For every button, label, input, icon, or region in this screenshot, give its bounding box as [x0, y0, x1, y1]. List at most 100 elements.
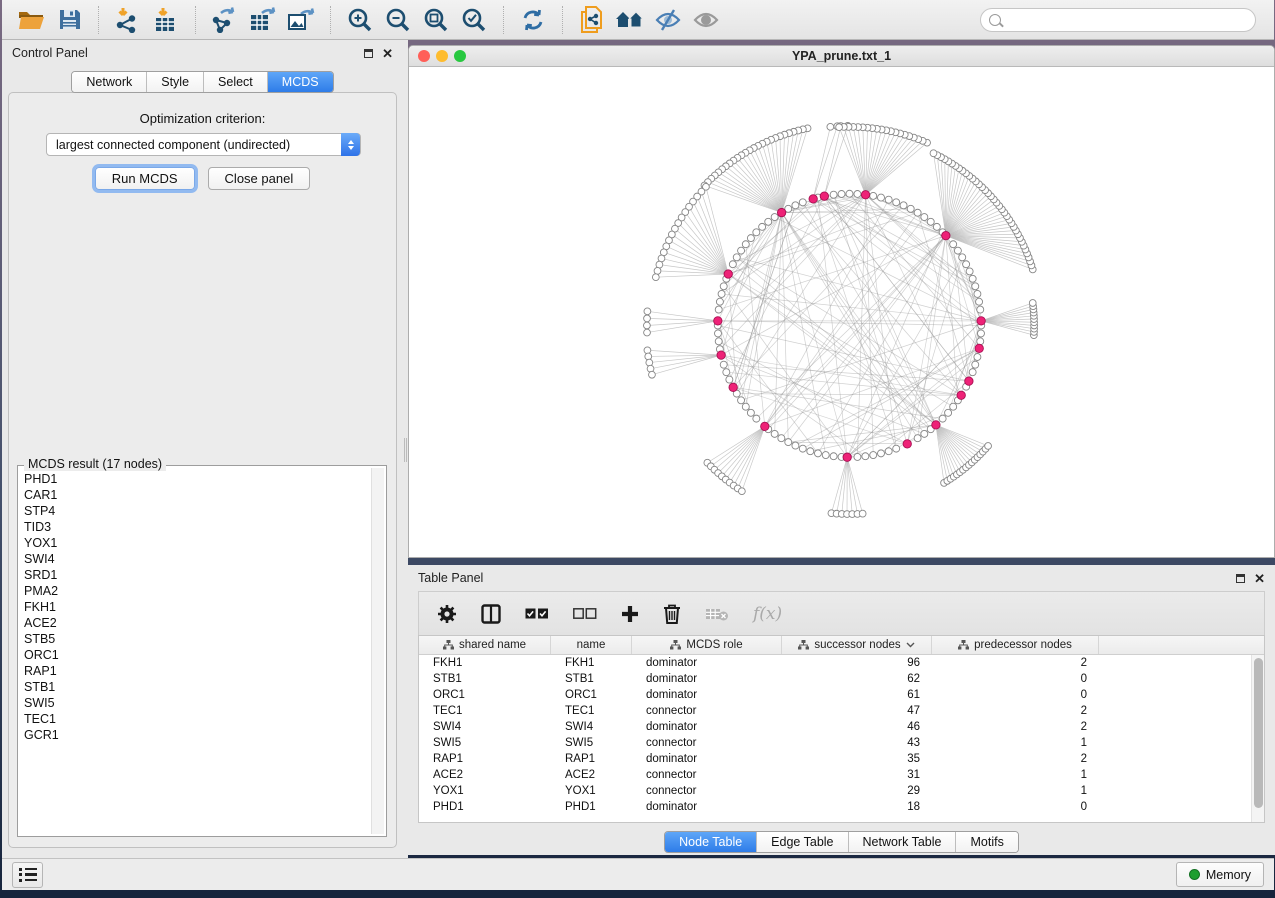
table-row[interactable]: STB1STB1dominator620: [419, 671, 1251, 687]
table-cell[interactable]: FKH1: [551, 657, 632, 669]
mcds-result-item[interactable]: SRD1: [24, 567, 367, 583]
network-from-document-icon[interactable]: [573, 5, 611, 35]
table-row[interactable]: PHD1PHD1dominator180: [419, 799, 1251, 815]
table-cell[interactable]: connector: [632, 769, 782, 781]
table-scrollbar-thumb[interactable]: [1254, 658, 1263, 808]
table-cell[interactable]: dominator: [632, 689, 782, 701]
table-cell[interactable]: 1: [932, 785, 1099, 797]
mcds-result-item[interactable]: GCR1: [24, 727, 367, 743]
add-column-icon[interactable]: [621, 605, 639, 623]
table-cell[interactable]: dominator: [632, 753, 782, 765]
table-cell[interactable]: 35: [782, 753, 932, 765]
table-cell[interactable]: 2: [932, 753, 1099, 765]
mcds-result-item[interactable]: YOX1: [24, 535, 367, 551]
table-cell[interactable]: connector: [632, 705, 782, 717]
table-cell[interactable]: TEC1: [419, 705, 551, 717]
tab-select[interactable]: Select: [203, 72, 267, 92]
open-file-icon[interactable]: [12, 5, 50, 35]
mcds-result-list[interactable]: PHD1CAR1STP4TID3YOX1SWI4SRD1PMA2FKH1ACE2…: [20, 468, 371, 834]
mcds-result-item[interactable]: RAP1: [24, 663, 367, 679]
optimization-criterion-select[interactable]: largest connected component (undirected): [46, 133, 361, 156]
table-cell[interactable]: 2: [932, 657, 1099, 669]
table-cell[interactable]: 2: [932, 721, 1099, 733]
close-panel-icon[interactable]: ✕: [1254, 574, 1265, 583]
table-cell[interactable]: SWI4: [419, 721, 551, 733]
table-cell[interactable]: 18: [782, 801, 932, 813]
column-header-name[interactable]: name: [551, 636, 632, 654]
export-image-icon[interactable]: [282, 5, 320, 35]
table-cell[interactable]: 61: [782, 689, 932, 701]
table-cell[interactable]: 0: [932, 801, 1099, 813]
close-panel-icon[interactable]: ✕: [382, 49, 393, 58]
save-session-icon[interactable]: [50, 5, 88, 35]
mcds-result-item[interactable]: TID3: [24, 519, 367, 535]
mcds-result-item[interactable]: STP4: [24, 503, 367, 519]
table-cell[interactable]: RAP1: [419, 753, 551, 765]
table-cell[interactable]: 47: [782, 705, 932, 717]
export-network-icon[interactable]: [206, 5, 244, 35]
table-cell[interactable]: ORC1: [551, 689, 632, 701]
table-cell[interactable]: dominator: [632, 721, 782, 733]
column-header-mcds-role[interactable]: MCDS role: [632, 636, 782, 654]
table-cell[interactable]: dominator: [632, 801, 782, 813]
tab-network-table[interactable]: Network Table: [848, 832, 956, 852]
table-cell[interactable]: ACE2: [419, 769, 551, 781]
table-header[interactable]: shared name name MCDS role successor nod…: [419, 636, 1264, 655]
hide-graphics-details-icon[interactable]: [649, 5, 687, 35]
mcds-result-item[interactable]: ORC1: [24, 647, 367, 663]
deselect-all-columns-icon[interactable]: [573, 608, 597, 620]
zoom-fit-icon[interactable]: [417, 5, 455, 35]
network-window-titlebar[interactable]: YPA_prune.txt_1: [409, 46, 1274, 67]
table-cell[interactable]: RAP1: [551, 753, 632, 765]
table-cell[interactable]: YOX1: [551, 785, 632, 797]
float-window-icon[interactable]: [1236, 574, 1245, 583]
table-cell[interactable]: SWI5: [551, 737, 632, 749]
mcds-result-item[interactable]: FKH1: [24, 599, 367, 615]
mcds-result-item[interactable]: SWI5: [24, 695, 367, 711]
column-header-successor-nodes[interactable]: successor nodes: [782, 636, 932, 654]
table-cell[interactable]: PHD1: [419, 801, 551, 813]
network-canvas[interactable]: [409, 67, 1274, 557]
mcds-result-item[interactable]: STB1: [24, 679, 367, 695]
home-icon[interactable]: [611, 5, 649, 35]
mcds-result-item[interactable]: SWI4: [24, 551, 367, 567]
tab-motifs[interactable]: Motifs: [955, 832, 1017, 852]
table-cell[interactable]: dominator: [632, 657, 782, 669]
table-row[interactable]: TEC1TEC1connector472: [419, 703, 1251, 719]
table-cell[interactable]: STB1: [419, 673, 551, 685]
table-cell[interactable]: STB1: [551, 673, 632, 685]
mcds-result-item[interactable]: PMA2: [24, 583, 367, 599]
show-graphics-details-icon[interactable]: [687, 5, 725, 35]
mcds-result-item[interactable]: CAR1: [24, 487, 367, 503]
table-cell[interactable]: 2: [932, 705, 1099, 717]
table-scrollbar[interactable]: [1251, 655, 1264, 822]
tab-mcds[interactable]: MCDS: [267, 72, 333, 92]
table-row[interactable]: ACE2ACE2connector311: [419, 767, 1251, 783]
select-all-columns-icon[interactable]: [525, 608, 549, 620]
table-cell[interactable]: 1: [932, 737, 1099, 749]
table-cell[interactable]: connector: [632, 737, 782, 749]
tab-style[interactable]: Style: [146, 72, 203, 92]
mcds-result-item[interactable]: TEC1: [24, 711, 367, 727]
column-layout-icon[interactable]: [481, 604, 501, 624]
table-body[interactable]: FKH1FKH1dominator962STB1STB1dominator620…: [419, 655, 1251, 822]
tab-node-table[interactable]: Node Table: [665, 832, 756, 852]
table-cell[interactable]: 29: [782, 785, 932, 797]
show-panels-menu-button[interactable]: [12, 862, 43, 888]
delete-columns-icon[interactable]: [663, 604, 681, 624]
table-cell[interactable]: 62: [782, 673, 932, 685]
float-window-icon[interactable]: [364, 49, 373, 58]
zoom-out-icon[interactable]: [379, 5, 417, 35]
table-cell[interactable]: 96: [782, 657, 932, 669]
search-input[interactable]: [1006, 13, 1247, 27]
import-table-icon[interactable]: [147, 5, 185, 35]
table-row[interactable]: YOX1YOX1connector291: [419, 783, 1251, 799]
table-cell[interactable]: TEC1: [551, 705, 632, 717]
mcds-result-item[interactable]: PHD1: [24, 471, 367, 487]
table-cell[interactable]: YOX1: [419, 785, 551, 797]
zoom-in-icon[interactable]: [341, 5, 379, 35]
table-cell[interactable]: 1: [932, 769, 1099, 781]
table-cell[interactable]: dominator: [632, 673, 782, 685]
export-table-icon[interactable]: [244, 5, 282, 35]
column-header-predecessor-nodes[interactable]: predecessor nodes: [932, 636, 1099, 654]
